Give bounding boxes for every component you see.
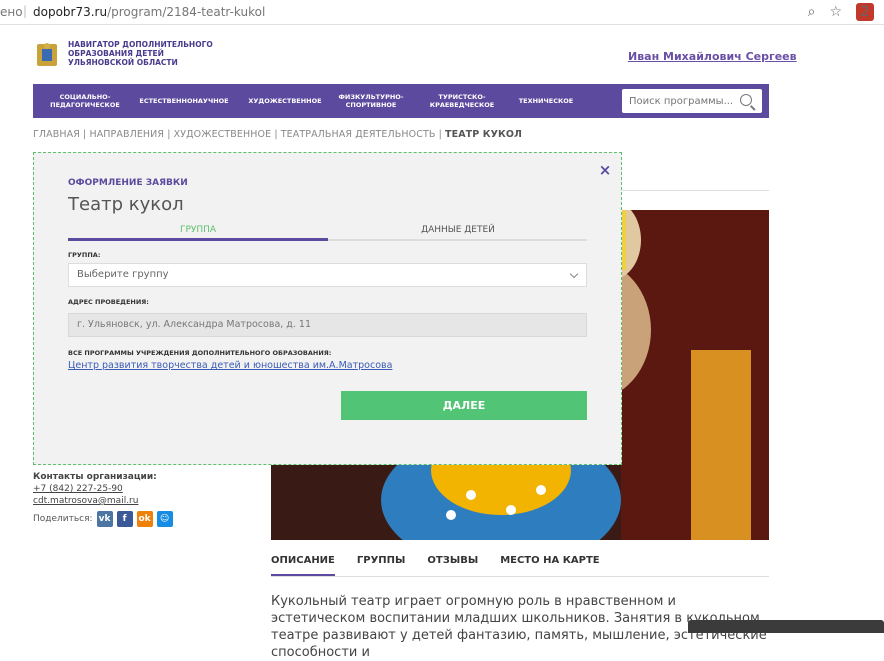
- contacts-email[interactable]: cdt.matrosova@mail.ru: [33, 495, 157, 507]
- contacts-phone[interactable]: +7 (842) 227-25-90: [33, 483, 157, 495]
- zoom-icon[interactable]: ⌕: [808, 4, 816, 20]
- url-host: dopobr73.ru: [33, 5, 108, 19]
- contacts-block: Контакты организации: +7 (842) 227-25-90…: [33, 471, 157, 507]
- close-icon[interactable]: ×: [598, 163, 612, 178]
- chevron-down-icon: [569, 269, 579, 279]
- active-step-indicator: [68, 238, 328, 241]
- address-prefix: ено: [0, 5, 23, 19]
- site-logo-text[interactable]: НАВИГАТОР ДОПОЛНИТЕЛЬНОГО ОБРАЗОВАНИЯ ДЕ…: [68, 40, 228, 67]
- tab-map[interactable]: МЕСТО НА КАРТЕ: [500, 555, 599, 576]
- breadcrumb-directions[interactable]: НАПРАВЛЕНИЯ: [89, 129, 164, 140]
- address-url[interactable]: dopobr73.ru/program/2184-teatr-kukol: [33, 5, 265, 19]
- chat-widget[interactable]: [688, 620, 884, 633]
- program-tabs: ОПИСАНИЕ ГРУППЫ ОТЗЫВЫ МЕСТО НА КАРТЕ: [271, 555, 769, 577]
- search-icon[interactable]: [740, 94, 752, 106]
- search-box: [622, 89, 762, 113]
- nav-item-sport[interactable]: ФИЗКУЛЬТУРНО-СПОРТИВНОЕ: [338, 93, 404, 109]
- facebook-icon[interactable]: f: [116, 511, 133, 527]
- group-label: ГРУППА:: [68, 251, 101, 259]
- moimir-icon[interactable]: ☺: [156, 511, 173, 527]
- breadcrumb-current: ТЕАТР КУКОЛ: [445, 129, 523, 140]
- modal-subtitle: ОФОРМЛЕНИЕ ЗАЯВКИ: [68, 178, 188, 188]
- step-tabs: ГРУППА ДАННЫЕ ДЕТЕЙ: [68, 221, 587, 241]
- modal-title: Театр кукол: [68, 194, 184, 215]
- step-children-data[interactable]: ДАННЫЕ ДЕТЕЙ: [328, 225, 588, 235]
- url-path: /program/2184-teatr-kukol: [107, 5, 266, 19]
- contacts-title: Контакты организации:: [33, 472, 157, 482]
- breadcrumb-home[interactable]: ГЛАВНАЯ: [33, 129, 80, 140]
- address-separator: |: [23, 4, 28, 18]
- org-link[interactable]: Центр развития творчества детей и юношес…: [68, 360, 392, 371]
- step-group[interactable]: ГРУППА: [68, 225, 328, 235]
- divider: [622, 190, 769, 191]
- nav-item-art[interactable]: ХУДОЖЕСТВЕННОЕ: [246, 97, 324, 105]
- next-button[interactable]: ДАЛЕЕ: [341, 391, 587, 420]
- address-label: АДРЕС ПРОВЕДЕНИЯ:: [68, 298, 149, 306]
- tab-description[interactable]: ОПИСАНИЕ: [271, 555, 335, 576]
- odnoklassniki-icon[interactable]: ok: [136, 511, 153, 527]
- application-modal: × ОФОРМЛЕНИЕ ЗАЯВКИ Театр кукол ГРУППА Д…: [33, 152, 622, 465]
- main-nav: СОЦИАЛЬНО-ПЕДАГОГИЧЕСКОЕ ЕСТЕСТВЕННОНАУЧ…: [33, 84, 769, 118]
- nav-item-science[interactable]: ЕСТЕСТВЕННОНАУЧНОЕ: [139, 97, 229, 105]
- vk-icon[interactable]: vk: [96, 511, 113, 527]
- tab-reviews[interactable]: ОТЗЫВЫ: [427, 555, 478, 576]
- coat-of-arms-icon[interactable]: [33, 40, 61, 68]
- nav-item-social[interactable]: СОЦИАЛЬНО-ПЕДАГОГИЧЕСКОЕ: [45, 93, 125, 109]
- breadcrumb-theater[interactable]: ТЕАТРАЛЬНАЯ ДЕЯТЕЛЬНОСТЬ: [281, 129, 436, 140]
- nav-item-tourism[interactable]: ТУРИСТСКО-КРАЕВЕДЧЕСКОЕ: [425, 93, 499, 109]
- bookmark-star-icon[interactable]: ☆: [829, 4, 842, 20]
- share-label: Поделиться:: [33, 514, 93, 524]
- site-header: НАВИГАТОР ДОПОЛНИТЕЛЬНОГО ОБРАЗОВАНИЯ ДЕ…: [0, 26, 884, 84]
- group-select[interactable]: Выберите группу: [68, 263, 587, 287]
- tab-groups[interactable]: ГРУППЫ: [357, 555, 406, 576]
- group-select-value: Выберите группу: [77, 269, 169, 280]
- browser-address-bar: ено | dopobr73.ru/program/2184-teatr-kuk…: [0, 0, 884, 25]
- extension-icon[interactable]: 2: [856, 3, 874, 21]
- nav-item-technical[interactable]: ТЕХНИЧЕСКОЕ: [516, 97, 576, 105]
- user-name-link[interactable]: Иван Михайлович Сергеев: [628, 50, 797, 63]
- share-block: Поделиться: vk f ok ☺: [33, 511, 173, 527]
- browser-toolbar-icons: ⌕ ☆ 2: [808, 3, 874, 21]
- org-programs-label: ВСЕ ПРОГРАММЫ УЧРЕЖДЕНИЯ ДОПОЛНИТЕЛЬНОГО…: [68, 349, 332, 357]
- address-field: г. Ульяновск, ул. Александра Матросова, …: [68, 313, 587, 337]
- breadcrumb: ГЛАВНАЯ | НАПРАВЛЕНИЯ | ХУДОЖЕСТВЕННОЕ |…: [33, 129, 523, 140]
- breadcrumb-art[interactable]: ХУДОЖЕСТВЕННОЕ: [174, 129, 272, 140]
